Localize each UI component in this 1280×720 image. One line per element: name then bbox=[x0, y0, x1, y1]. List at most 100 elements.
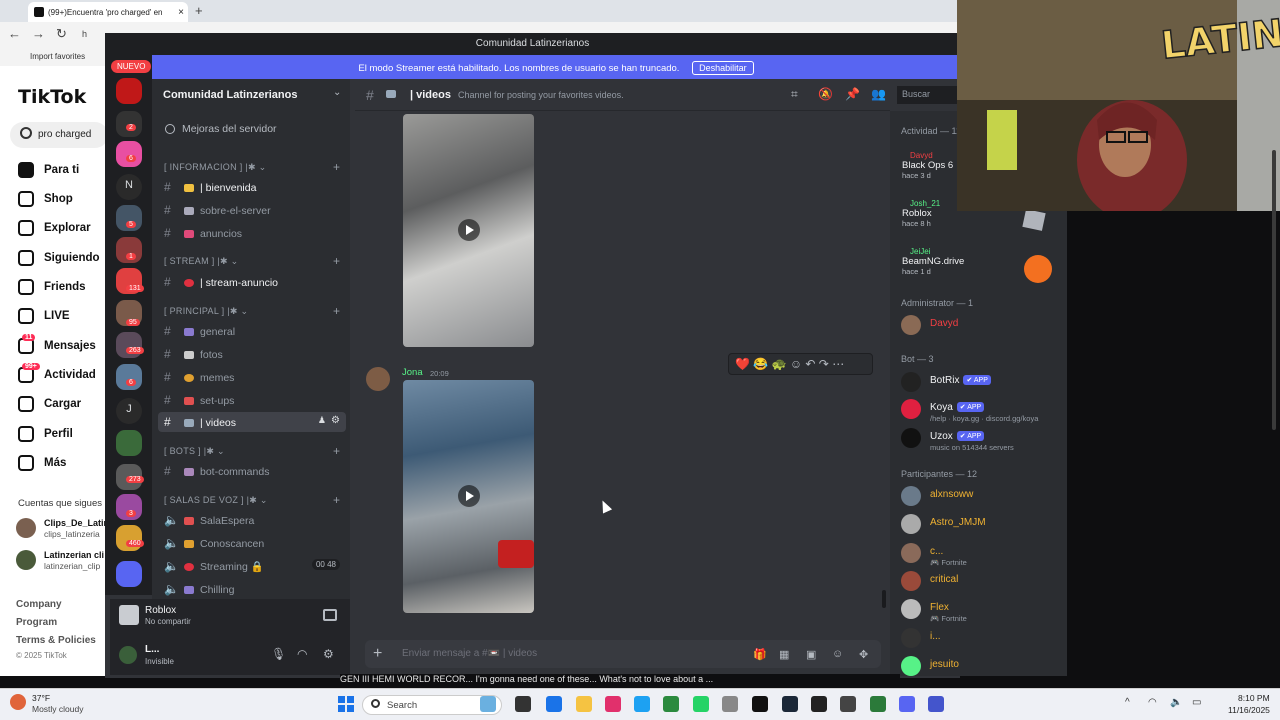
category-bots[interactable]: [ BOTS ] |✱ ⌄ bbox=[164, 446, 225, 457]
apps-icon[interactable]: ✥ bbox=[859, 648, 871, 661]
steam-icon[interactable] bbox=[782, 696, 798, 712]
pin-icon[interactable]: 📌 bbox=[845, 88, 860, 101]
gif-icon[interactable]: ▦ bbox=[779, 648, 791, 661]
voice-channel[interactable]: 🔈 Conoscancen bbox=[158, 533, 346, 553]
add-channel-icon[interactable]: + bbox=[333, 304, 340, 318]
footer-link[interactable]: Program bbox=[16, 617, 57, 628]
voice-channel[interactable]: 🔈 SalaEspera bbox=[158, 510, 346, 530]
clock-time[interactable]: 8:10 PM bbox=[1238, 693, 1270, 703]
whatsapp-icon[interactable] bbox=[693, 696, 709, 712]
tt-nav-más[interactable]: Más bbox=[18, 455, 66, 471]
category-principal[interactable]: [ PRINCIPAL ] |✱ ⌄ bbox=[164, 306, 248, 317]
avatar[interactable] bbox=[119, 646, 137, 664]
discord-icon[interactable] bbox=[899, 696, 915, 712]
channel-stream-anuncio[interactable]: # | stream-anuncio bbox=[158, 272, 346, 292]
browser-tab[interactable]: (99+)Encuentra 'pro charged' en × bbox=[28, 2, 188, 22]
reload-icon[interactable]: ↻ bbox=[56, 26, 67, 42]
battery-icon[interactable]: ▭ bbox=[1192, 697, 1201, 708]
tiktok-logo[interactable]: TikTok bbox=[18, 86, 86, 108]
add-channel-icon[interactable]: + bbox=[333, 444, 340, 458]
server-boost-link[interactable]: Mejoras del servidor bbox=[182, 123, 277, 135]
footer-link[interactable]: Terms & Policies bbox=[16, 635, 96, 646]
tt-nav-para-ti[interactable]: Para ti bbox=[18, 162, 79, 178]
play-icon[interactable] bbox=[458, 485, 480, 507]
message-author[interactable]: Jona bbox=[402, 367, 423, 378]
play-icon[interactable] bbox=[458, 219, 480, 241]
server-icon[interactable] bbox=[116, 141, 142, 167]
channel-sobre-el-server[interactable]: # sobre-el-server bbox=[158, 200, 346, 220]
tt-nav-explorar[interactable]: Explorar bbox=[18, 220, 91, 236]
add-channel-icon[interactable]: + bbox=[333, 493, 340, 507]
app-icon[interactable] bbox=[928, 696, 944, 712]
channel-bienvenida[interactable]: # | bienvenida bbox=[158, 177, 346, 197]
message-actions[interactable]: ❤️ 😂 🐢 ☺ ↶ ↷ ⋯ bbox=[728, 353, 873, 375]
twitter-icon[interactable] bbox=[634, 696, 650, 712]
category-stream[interactable]: [ STREAM ] |✱ ⌄ bbox=[164, 256, 238, 267]
channel-videos[interactable]: # | videos ⚙ ♟ bbox=[158, 412, 346, 432]
search-icon[interactable] bbox=[20, 127, 32, 139]
new-tab-button[interactable]: + bbox=[195, 3, 203, 18]
instagram-icon[interactable] bbox=[605, 696, 621, 712]
threads-icon[interactable]: ⌗ bbox=[791, 88, 804, 101]
channel-bot-commands[interactable]: # bot-commands bbox=[158, 461, 346, 481]
channel-memes[interactable]: # memes bbox=[158, 367, 346, 387]
tt-nav-friends[interactable]: Friends bbox=[18, 279, 86, 295]
footer-link[interactable]: Company bbox=[16, 599, 62, 610]
server-name[interactable]: Comunidad Latinzerianos bbox=[163, 89, 297, 101]
server-icon[interactable] bbox=[116, 561, 142, 587]
server-icon[interactable] bbox=[116, 364, 142, 390]
chevron-down-icon[interactable]: ⌄ bbox=[333, 87, 341, 98]
disable-streamer-button[interactable]: Deshabilitar bbox=[692, 61, 754, 75]
tt-nav-mensajes[interactable]: Mensajes 11 bbox=[18, 334, 96, 354]
tt-nav-perfil[interactable]: Perfil bbox=[18, 426, 73, 442]
sticker-icon[interactable]: ▣ bbox=[806, 648, 818, 661]
chat-scrollbar[interactable] bbox=[882, 590, 886, 608]
message-input[interactable]: Enviar mensaje a #📼 | videos bbox=[402, 648, 537, 659]
category-info[interactable]: [ INFORMACION ] |✱ ⌄ bbox=[164, 162, 266, 173]
app-icon[interactable] bbox=[722, 696, 738, 712]
channel-anuncios[interactable]: # anuncios bbox=[158, 223, 346, 243]
gear-icon[interactable]: ⚙ bbox=[323, 648, 335, 660]
tt-nav-actividad[interactable]: Actividad 99+ bbox=[18, 363, 96, 383]
gift-icon[interactable]: 🎁 bbox=[753, 648, 767, 661]
file-explorer-icon[interactable] bbox=[515, 696, 531, 712]
forward-icon[interactable]: → bbox=[32, 26, 45, 41]
widgets-icon[interactable] bbox=[480, 696, 496, 712]
weather-temp[interactable]: 37°F bbox=[32, 693, 50, 703]
tt-nav-cargar[interactable]: Cargar bbox=[18, 396, 81, 412]
channel-topic[interactable]: Channel for posting your favorites video… bbox=[458, 90, 624, 100]
server-icon[interactable] bbox=[116, 78, 142, 104]
wifi-icon[interactable]: ◠ bbox=[1148, 697, 1157, 708]
tt-nav-shop[interactable]: Shop bbox=[18, 191, 73, 207]
avatar[interactable] bbox=[366, 367, 390, 391]
emoji-icon[interactable]: ☺ bbox=[832, 648, 844, 660]
mute-bell-icon[interactable]: 🔕 bbox=[818, 88, 833, 101]
edge-icon[interactable] bbox=[546, 696, 562, 712]
microphone-icon[interactable]: 🎙 bbox=[271, 648, 286, 660]
clock-date[interactable]: 11/16/2025 bbox=[1228, 705, 1270, 715]
app-icon[interactable] bbox=[811, 696, 827, 712]
video-attachment[interactable] bbox=[403, 380, 534, 613]
headphones-icon[interactable]: ◠ bbox=[297, 648, 309, 660]
back-icon[interactable]: ← bbox=[8, 26, 21, 41]
voice-channel[interactable]: 🔈 Chilling bbox=[158, 579, 346, 599]
settings-icon[interactable]: ⚙ bbox=[331, 415, 340, 426]
tray-chevron-icon[interactable]: ^ bbox=[1125, 697, 1130, 708]
add-channel-icon[interactable]: + bbox=[333, 160, 340, 174]
address-bar[interactable]: h bbox=[82, 29, 87, 39]
search-input[interactable]: Buscar bbox=[897, 86, 957, 104]
windows-start-icon[interactable] bbox=[338, 696, 354, 712]
tab-close-icon[interactable]: × bbox=[178, 7, 184, 18]
app-icon[interactable] bbox=[840, 696, 856, 712]
tt-nav-siguiendo[interactable]: Siguiendo bbox=[18, 250, 100, 266]
channel-general[interactable]: # general bbox=[158, 321, 346, 341]
channel-fotos[interactable]: # fotos bbox=[158, 344, 346, 364]
channel-set-ups[interactable]: # set-ups bbox=[158, 390, 346, 410]
category-voice[interactable]: [ SALAS DE VOZ ] |✱ ⌄ bbox=[164, 495, 268, 506]
chrome-icon[interactable] bbox=[870, 696, 886, 712]
video-attachment[interactable] bbox=[403, 114, 534, 347]
server-icon[interactable] bbox=[116, 525, 142, 551]
share-screen-icon[interactable] bbox=[323, 609, 337, 621]
invite-icon[interactable]: ♟ bbox=[318, 415, 326, 426]
tt-nav-live[interactable]: LIVE bbox=[18, 308, 70, 324]
